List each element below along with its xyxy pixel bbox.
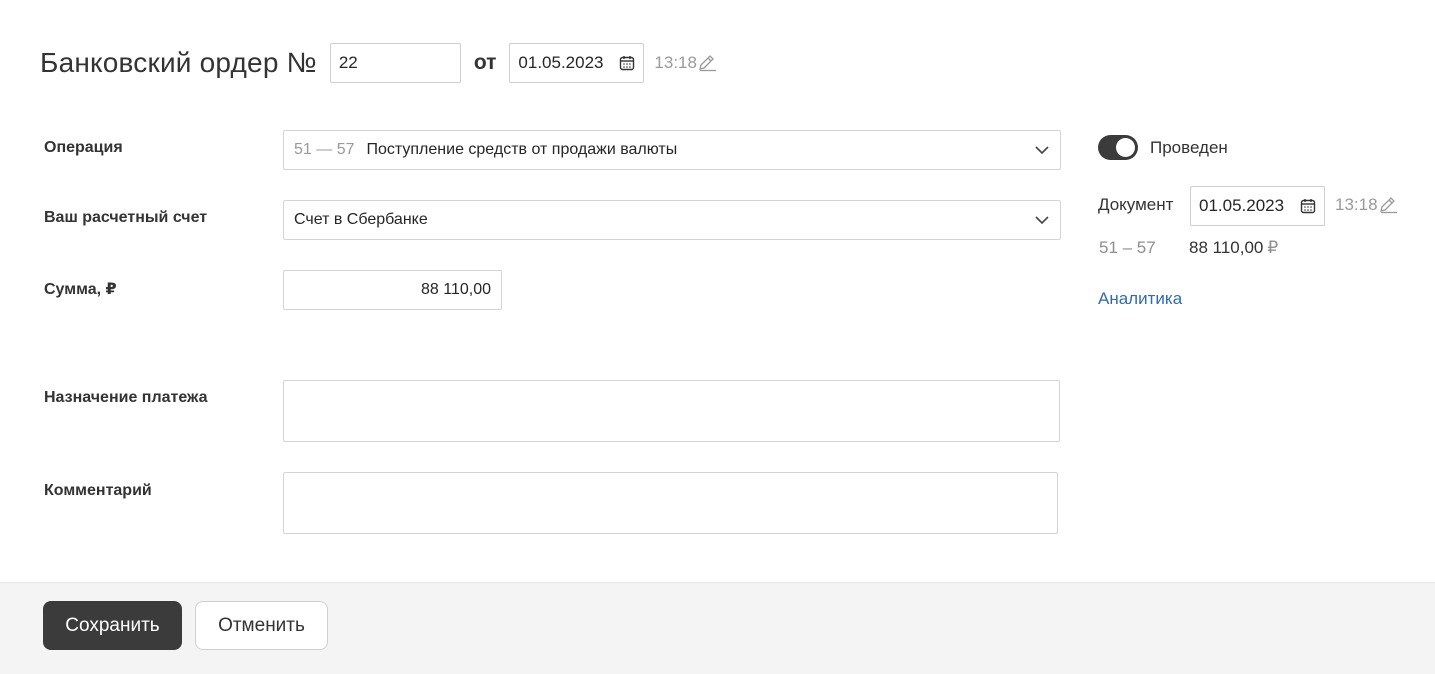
document-posting-date-value: 01.05.2023 bbox=[1199, 196, 1285, 215]
sum-label: Сумма, ₽ bbox=[44, 281, 117, 298]
pencil-icon[interactable] bbox=[697, 54, 717, 72]
document-time[interactable]: 13:18 bbox=[654, 53, 717, 73]
account-select[interactable]: Счет в Сбербанке bbox=[283, 200, 1061, 240]
sum-value: 88 110,00 bbox=[421, 281, 491, 298]
comment-label: Комментарий bbox=[44, 482, 152, 499]
document-date-value: 01.05.2023 bbox=[518, 53, 604, 72]
page-title: Банковский ордер № bbox=[40, 47, 317, 78]
from-label: от bbox=[473, 51, 497, 74]
document-number-value: 22 bbox=[338, 53, 358, 72]
chevron-down-icon bbox=[1034, 145, 1050, 155]
operation-label: Операция bbox=[44, 139, 123, 156]
sum-input[interactable]: 88 110,00 bbox=[283, 270, 502, 310]
save-button[interactable]: Сохранить bbox=[43, 601, 182, 650]
page-header: Банковский ордер № 22 от 01.05.2023 13:1… bbox=[40, 43, 717, 83]
purpose-label: Назначение платежа bbox=[44, 389, 208, 406]
calendar-icon[interactable] bbox=[619, 55, 635, 71]
operation-code: 51 — 57 bbox=[294, 141, 355, 158]
account-value: Счет в Сбербанке bbox=[294, 211, 428, 228]
comment-textarea[interactable] bbox=[283, 472, 1058, 534]
posting-amount: 88 110,00 ₽ bbox=[1189, 238, 1278, 258]
posting-currency: ₽ bbox=[1267, 238, 1279, 257]
document-posting-time-value: 13:18 bbox=[1335, 195, 1378, 214]
posted-toggle[interactable] bbox=[1098, 135, 1138, 160]
chevron-down-icon bbox=[1034, 215, 1050, 225]
pencil-icon[interactable] bbox=[1378, 196, 1398, 214]
calendar-icon[interactable] bbox=[1300, 198, 1316, 214]
operation-value: Поступление средств от продажи валюты bbox=[366, 141, 678, 158]
posting-accounts: 51 – 57 bbox=[1099, 238, 1156, 257]
account-label: Ваш расчетный счет bbox=[44, 209, 208, 226]
document-time-value: 13:18 bbox=[654, 53, 697, 72]
operation-select[interactable]: 51 — 57 Поступление средств от продажи в… bbox=[283, 130, 1061, 170]
posted-label: Проведен bbox=[1150, 138, 1228, 157]
purpose-textarea[interactable] bbox=[283, 380, 1060, 442]
analytics-link[interactable]: Аналитика bbox=[1098, 289, 1182, 309]
document-number-input[interactable]: 22 bbox=[329, 43, 461, 83]
document-posting-date-input[interactable]: 01.05.2023 bbox=[1190, 186, 1325, 226]
document-posting-time[interactable]: 13:18 bbox=[1335, 195, 1398, 215]
cancel-button[interactable]: Отменить bbox=[195, 601, 328, 650]
posting-amount-value: 88 110,00 bbox=[1189, 238, 1264, 257]
document-label: Документ bbox=[1098, 195, 1174, 214]
document-date-input[interactable]: 01.05.2023 bbox=[509, 43, 645, 83]
